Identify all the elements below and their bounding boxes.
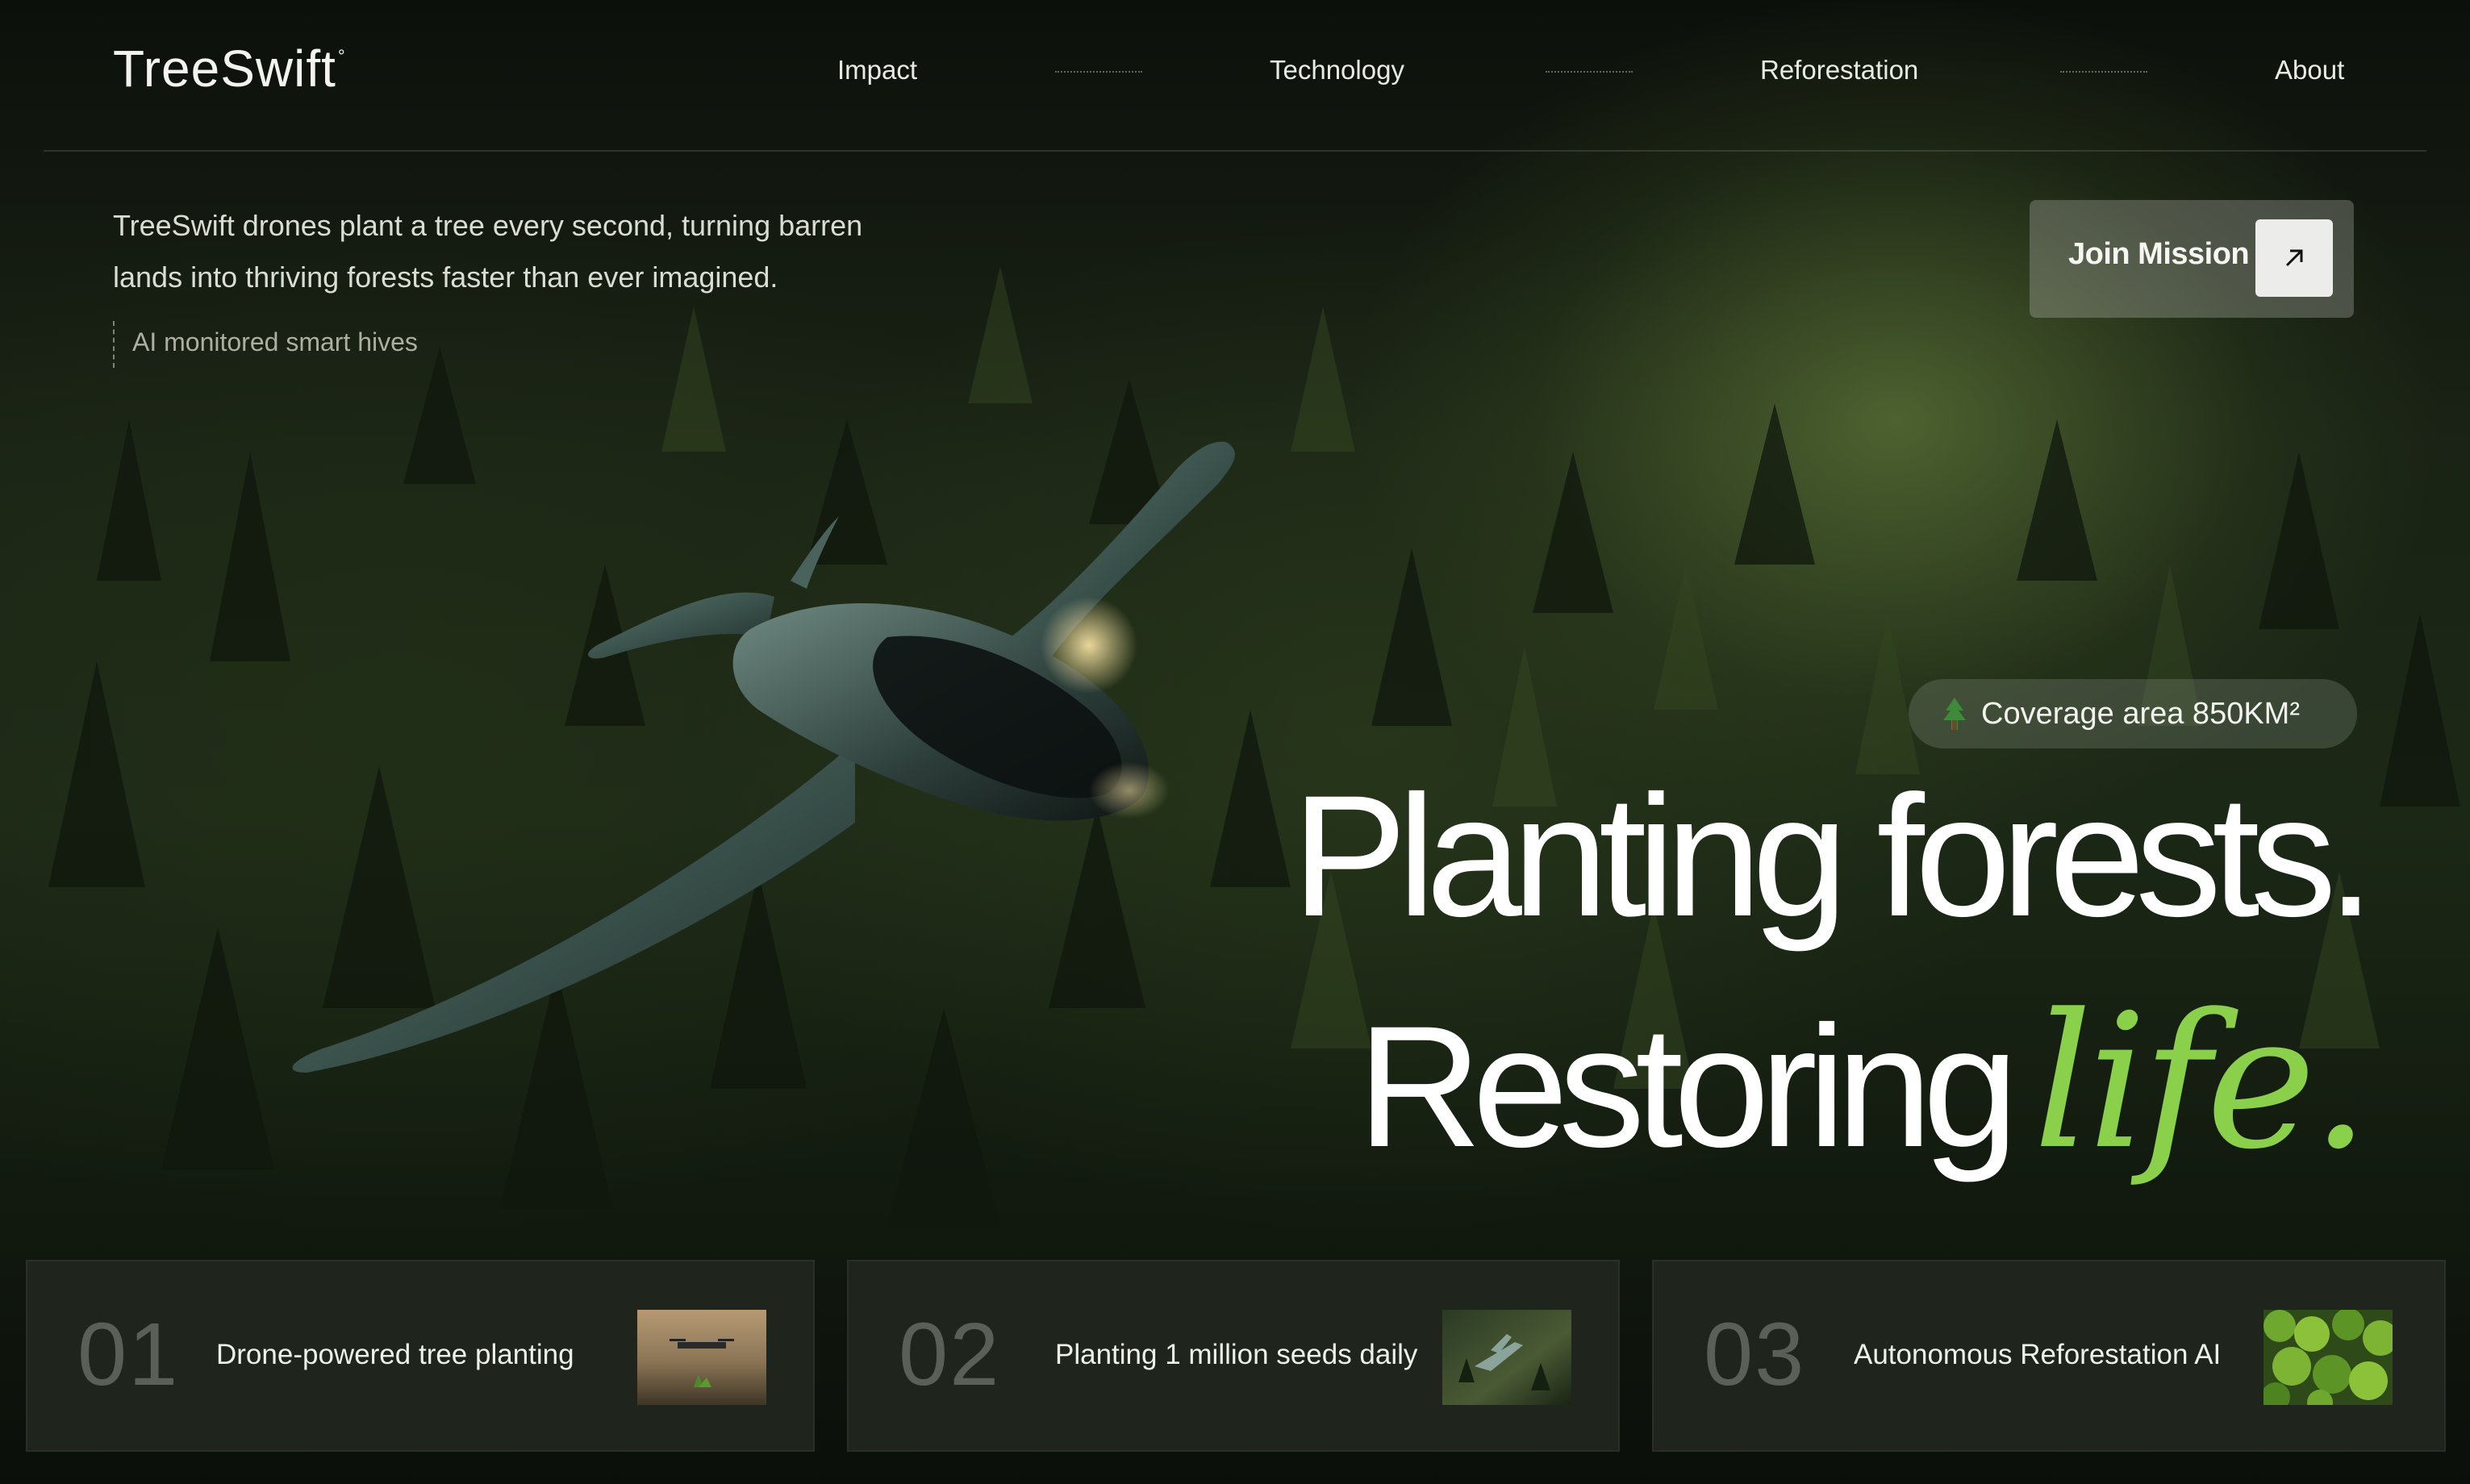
feature-card-2[interactable]: 02 Planting 1 million seeds daily (847, 1260, 1620, 1452)
header-divider (44, 150, 2426, 152)
brand-logo[interactable]: TreeSwift° (113, 39, 346, 98)
coverage-label: Coverage area 850KM² (1981, 696, 2300, 731)
intro-line-2: lands into thriving forests faster than … (113, 261, 778, 294)
brand-mark: ° (337, 46, 346, 66)
headline-line-2: Restoring life. (1358, 990, 2370, 1176)
nav-item-reforestation[interactable]: Reforestation (1760, 55, 1918, 85)
drone-forest-thumbnail (1442, 1310, 1571, 1405)
tagline: AI monitored smart hives (113, 321, 418, 368)
card-number: 02 (899, 1305, 1001, 1404)
nav-item-about[interactable]: About (2275, 55, 2344, 85)
brand-name: TreeSwift (113, 40, 336, 98)
nav-divider (2060, 71, 2147, 73)
headline-line-1: Planting forests. (1291, 760, 2375, 953)
headline-accent-life: life. (2033, 975, 2370, 1190)
nav-divider (1055, 71, 1142, 73)
card-number: 01 (77, 1305, 180, 1404)
card-label: Autonomous Reforestation AI (1854, 1339, 2222, 1370)
nav-item-impact[interactable]: Impact (837, 55, 917, 85)
coverage-badge: Coverage area 850KM² (1909, 679, 2357, 748)
intro-line-1: TreeSwift drones plant a tree every seco… (113, 209, 863, 242)
arrow-up-right-icon (2255, 219, 2333, 297)
intro-text: TreeSwift drones plant a tree every seco… (113, 200, 1000, 303)
card-label: Planting 1 million seeds daily (1055, 1339, 1418, 1370)
forest-canopy-thumbnail (2263, 1310, 2393, 1405)
card-number: 03 (1704, 1305, 1806, 1404)
nav-item-technology[interactable]: Technology (1270, 55, 1404, 85)
tree-icon (1941, 696, 1968, 732)
join-mission-label: Join Mission (2068, 237, 2250, 271)
join-mission-button[interactable]: Join Mission (2030, 200, 2354, 318)
headline-restoring: Restoring (1357, 990, 2019, 1183)
drone-planting-thumbnail (637, 1310, 766, 1405)
nav-divider (1546, 71, 1633, 73)
feature-card-3[interactable]: 03 Autonomous Reforestation AI (1652, 1260, 2446, 1452)
card-label: Drone-powered tree planting (216, 1339, 574, 1370)
feature-card-1[interactable]: 01 Drone-powered tree planting (26, 1260, 815, 1452)
